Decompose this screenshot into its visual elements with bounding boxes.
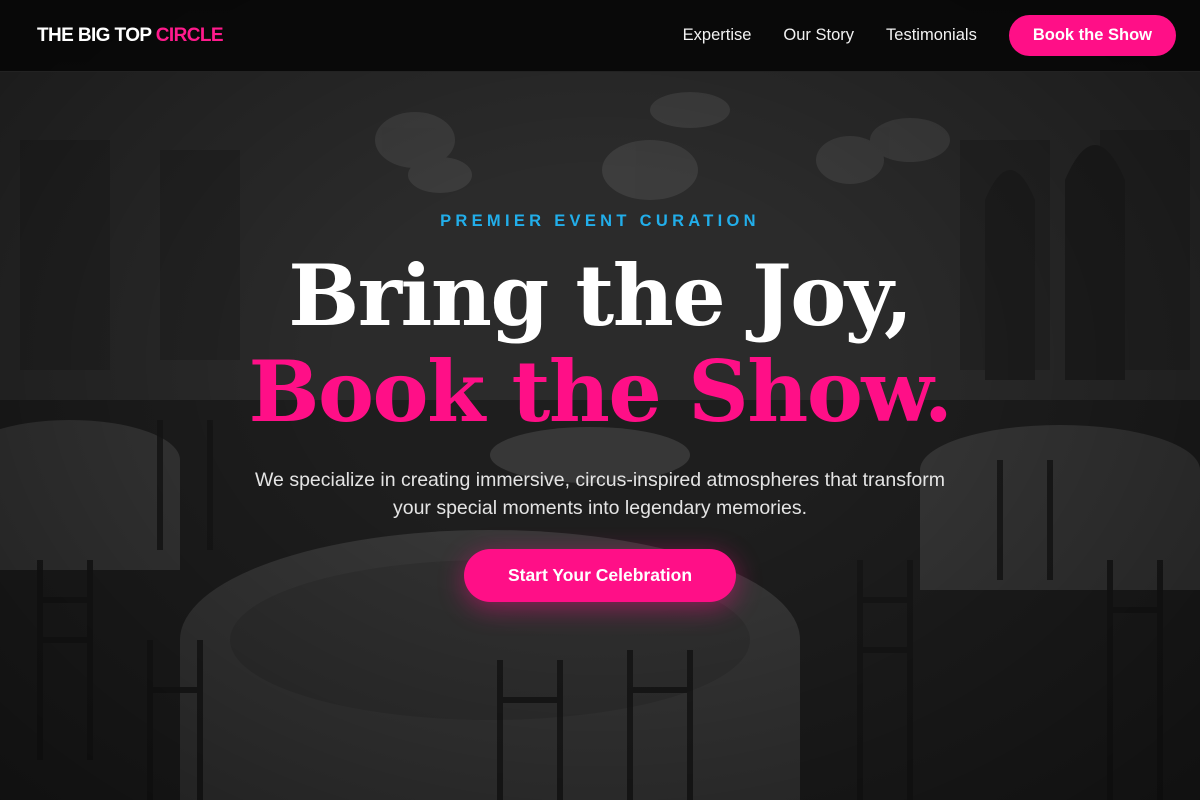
nav-link-our-story[interactable]: Our Story [783, 26, 854, 45]
nav-link-expertise[interactable]: Expertise [683, 26, 752, 45]
book-the-show-button[interactable]: Book the Show [1008, 15, 1176, 56]
brand-logo[interactable]: THE BIG TOP CIRCLE [37, 24, 224, 47]
brand-name-accent: CIRCLE [155, 24, 224, 46]
main-nav: Expertise Our Story Testimonials Book th… [683, 15, 1176, 56]
hero-subtitle: We specialize in creating immersive, cir… [255, 469, 945, 519]
brand-name-main: THE BIG TOP [37, 24, 156, 46]
nav-link-testimonials[interactable]: Testimonials [886, 26, 977, 45]
hero-section: PREMIER EVENT CURATION Bring the Joy, Bo… [0, 0, 1200, 800]
start-your-celebration-button[interactable]: Start Your Celebration [464, 549, 736, 602]
site-header: THE BIG TOP CIRCLE Expertise Our Story T… [0, 0, 1200, 72]
hero-headline-line-1: Bring the Joy, [288, 246, 913, 345]
hero-headline-line-2: Book the Show. [248, 342, 953, 441]
hero-eyebrow: PREMIER EVENT CURATION [440, 212, 760, 230]
